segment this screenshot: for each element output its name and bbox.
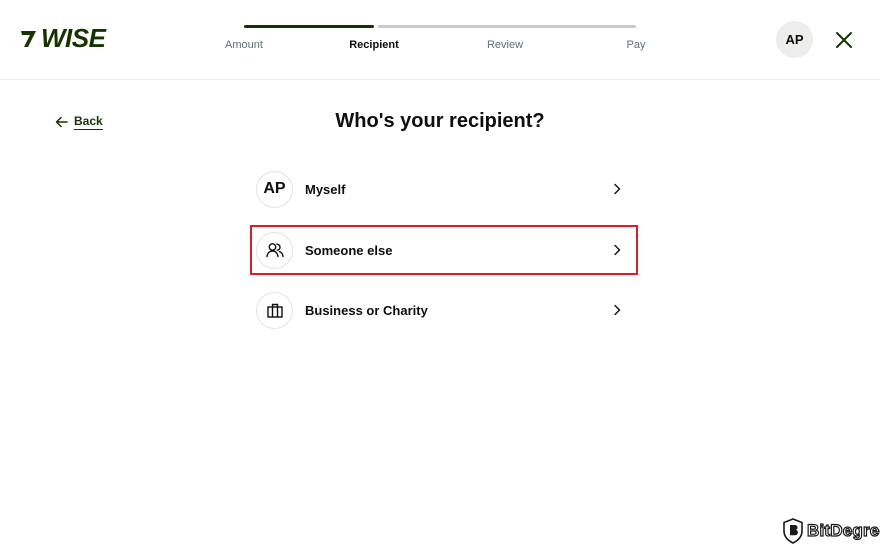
watermark-text: BitDegree	[806, 520, 880, 540]
option-someone-else[interactable]: Someone else	[250, 225, 638, 275]
page-title: Who's your recipient?	[335, 110, 545, 132]
step-amount[interactable]: Amount	[225, 39, 263, 51]
bitdegree-watermark: BitDegree	[782, 518, 880, 544]
option-myself[interactable]: AP Myself	[250, 164, 638, 214]
stepper-progress-complete	[244, 25, 374, 28]
initials-avatar: AP	[256, 170, 293, 208]
option-label: Myself	[305, 181, 346, 197]
step-review: Review	[486, 39, 524, 51]
briefcase-icon	[256, 291, 293, 329]
step-pay: Pay	[626, 39, 646, 51]
progress-stepper: Amount Recipient Review Pay	[208, 25, 645, 65]
profile-avatar-button[interactable]: AP	[776, 21, 813, 58]
bitdegree-shield-icon	[783, 518, 803, 544]
wise-logo[interactable]: WISE	[19, 23, 106, 53]
option-label: Someone else	[305, 242, 393, 258]
chevron-right-icon	[610, 243, 624, 257]
people-icon	[256, 231, 293, 269]
option-business-or-charity[interactable]: Business or Charity	[250, 285, 638, 335]
wise-flag-icon	[21, 31, 36, 47]
step-recipient: Recipient	[349, 39, 399, 51]
chevron-right-icon	[610, 182, 624, 196]
option-label: Business or Charity	[305, 302, 428, 318]
top-bar: WISE Amount Recipient Review Pay AP	[0, 0, 880, 80]
close-button[interactable]	[833, 29, 855, 51]
logo-text: WISE	[41, 23, 106, 53]
close-icon	[836, 32, 852, 48]
stepper-progress-remaining	[378, 25, 636, 28]
chevron-right-icon	[610, 303, 624, 317]
